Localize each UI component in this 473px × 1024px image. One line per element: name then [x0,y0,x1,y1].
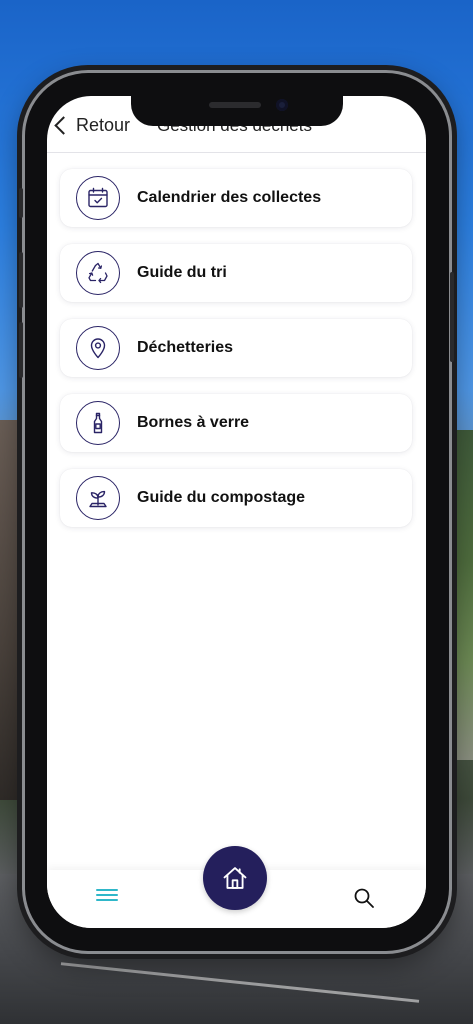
front-camera [276,99,288,111]
menu-item-label: Déchetteries [137,339,234,356]
menu-item-label: Guide du tri [137,264,227,281]
chevron-left-icon [54,115,73,135]
back-label: Retour [76,114,131,135]
menu-item-bornes-verre[interactable]: Bornes à verre [60,394,412,452]
search-icon[interactable] [352,886,376,910]
menu-item-calendrier[interactable]: Calendrier des collectes [60,169,412,227]
home-button[interactable] [203,846,267,910]
phone-notch [131,96,343,126]
menu-item-label: Guide du compostage [137,489,306,506]
home-icon [223,867,247,889]
menu-item-compostage[interactable]: Guide du compostage [60,469,412,527]
recycle-icon [76,251,120,295]
menu-item-dechetteries[interactable]: Déchetteries [60,319,412,377]
menu-list: Calendrier des collectes Guide du tri Dé… [60,169,412,544]
menu-item-label: Bornes à verre [137,414,250,431]
app-screen: Retour Gestion des déchets Calendrier de… [47,96,426,928]
back-button[interactable]: Retour [51,112,130,138]
phone-volume-up [19,252,23,308]
menu-item-label: Calendrier des collectes [137,189,322,206]
hamburger-menu-icon[interactable] [96,886,118,906]
menu-item-guide-tri[interactable]: Guide du tri [60,244,412,302]
calendar-check-icon [76,176,120,220]
phone-volume-down [19,322,23,378]
phone-power-button [450,272,454,362]
bottle-icon [76,401,120,445]
sprout-icon [76,476,120,520]
speaker-grille [209,102,261,108]
phone-mute-switch [19,188,23,218]
map-pin-icon [76,326,120,370]
